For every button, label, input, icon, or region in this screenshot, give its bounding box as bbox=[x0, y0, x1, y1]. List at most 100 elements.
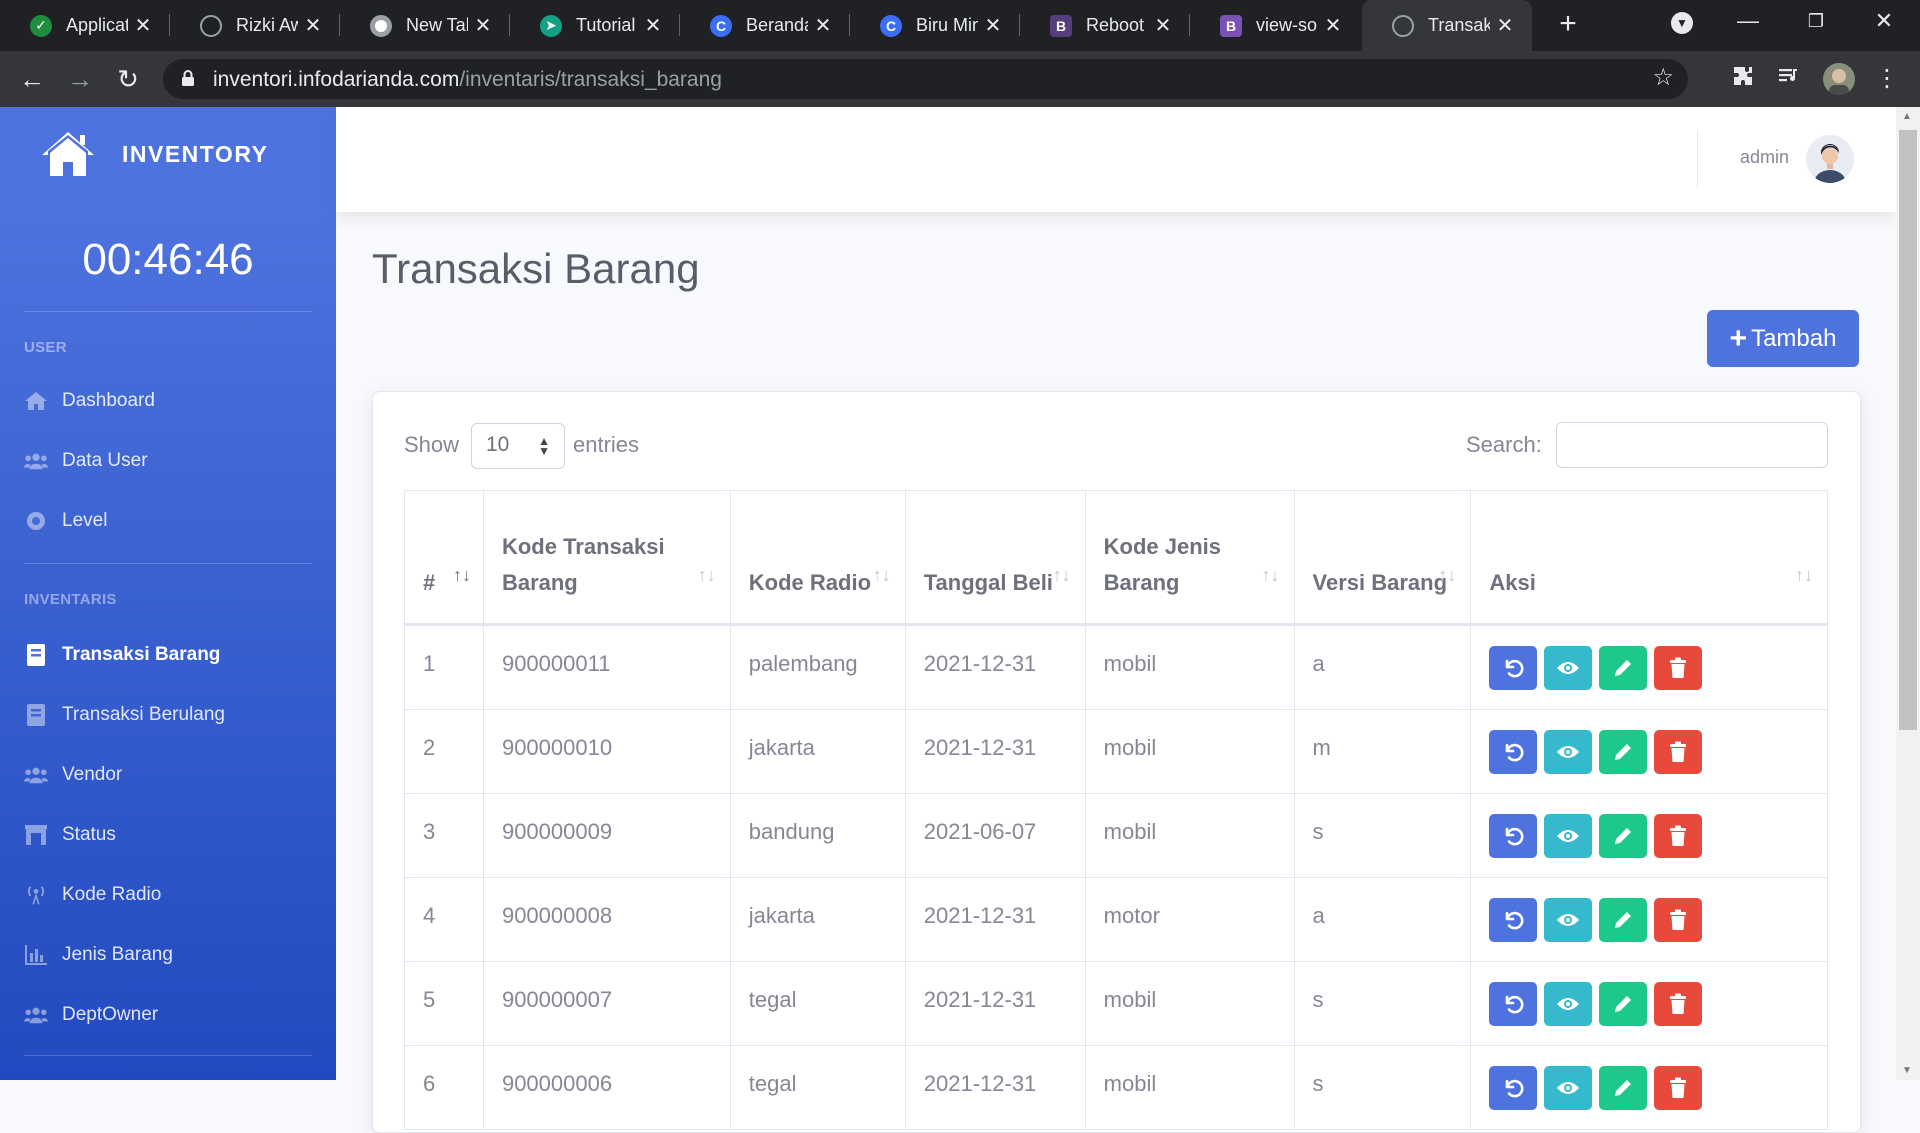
table-cell: motor bbox=[1084, 877, 1295, 962]
sidebar-item-level[interactable]: Level bbox=[24, 509, 107, 533]
sidebar-item-transaksi-barang[interactable]: Transaksi Barang bbox=[24, 643, 220, 667]
table-cell-text: s bbox=[1312, 986, 1324, 1012]
browser-tab[interactable]: B view-sou ✕ bbox=[1190, 0, 1360, 51]
view-button[interactable] bbox=[1544, 813, 1593, 858]
column-header-label: # bbox=[423, 570, 436, 595]
archway-icon bbox=[24, 823, 48, 847]
edit-button[interactable] bbox=[1599, 1065, 1648, 1110]
delete-button[interactable] bbox=[1654, 729, 1703, 774]
delete-button[interactable] bbox=[1654, 813, 1703, 858]
column-header-label: Kode Transaksi Barang bbox=[501, 534, 665, 595]
sidebar-item-deptowner[interactable]: DeptOwner bbox=[24, 1003, 158, 1027]
add-button[interactable]: + Tambah bbox=[1707, 310, 1859, 367]
close-icon[interactable]: ✕ bbox=[978, 13, 1008, 38]
scroll-up-icon[interactable]: ▲ bbox=[1902, 111, 1912, 122]
browser-tab-active[interactable]: Transaksi ✕ bbox=[1362, 0, 1532, 51]
delete-button[interactable] bbox=[1654, 1065, 1703, 1110]
view-button[interactable] bbox=[1544, 729, 1593, 774]
avatar[interactable] bbox=[1806, 135, 1854, 183]
column-header-aksi[interactable]: Aksi ↑↓ bbox=[1470, 490, 1828, 626]
column-header-versi[interactable]: Versi Barang ↑↓ bbox=[1293, 490, 1472, 626]
delete-button[interactable] bbox=[1654, 981, 1703, 1026]
column-header-number[interactable]: # ↑↓ bbox=[404, 490, 484, 626]
browser-toolbar: ← → ↻ inventori.infodarianda.com/inventa… bbox=[0, 51, 1920, 107]
browser-tab[interactable]: Rizki Awa ✕ bbox=[170, 0, 340, 51]
view-button[interactable] bbox=[1544, 645, 1593, 690]
restore-button[interactable] bbox=[1489, 897, 1538, 942]
edit-button[interactable] bbox=[1599, 645, 1648, 690]
browser-tab[interactable]: ➤ Tutorial ( ✕ bbox=[510, 0, 680, 51]
close-icon[interactable]: ✕ bbox=[808, 13, 838, 38]
scrollbar-thumb[interactable] bbox=[1899, 130, 1917, 730]
column-header-tanggal-beli[interactable]: Tanggal Beli ↑↓ bbox=[904, 490, 1086, 626]
edit-button[interactable] bbox=[1599, 729, 1648, 774]
sidebar-item-kode-radio[interactable]: Kode Radio bbox=[24, 883, 161, 907]
user-name[interactable]: admin bbox=[1740, 147, 1789, 168]
browser-tab[interactable]: C Beranda ✕ bbox=[680, 0, 850, 51]
column-header-kode-transaksi[interactable]: Kode Transaksi Barang ↑↓ bbox=[482, 490, 731, 626]
forward-button[interactable]: → bbox=[64, 63, 96, 95]
close-icon[interactable]: ✕ bbox=[1148, 13, 1178, 38]
restore-button[interactable] bbox=[1489, 813, 1538, 858]
browser-tab[interactable]: C Biru Mini ✕ bbox=[850, 0, 1020, 51]
view-button[interactable] bbox=[1544, 981, 1593, 1026]
restore-button[interactable] bbox=[1489, 729, 1538, 774]
media-queue-icon[interactable] bbox=[1774, 64, 1804, 94]
sidebar-item-transaksi-berulang[interactable]: Transaksi Berulang bbox=[24, 703, 225, 727]
restore-button[interactable] bbox=[1489, 1065, 1538, 1110]
sidebar-item-status[interactable]: Status bbox=[24, 823, 116, 847]
close-icon[interactable]: ✕ bbox=[468, 13, 498, 38]
sidebar: INVENTORY 00:46:46 USER Dashboard Data U… bbox=[0, 107, 336, 1080]
column-header-kode-jenis[interactable]: Kode Jenis Barang ↑↓ bbox=[1084, 490, 1295, 626]
table-cell-text: m bbox=[1312, 734, 1331, 760]
close-icon[interactable]: ✕ bbox=[298, 13, 328, 38]
edit-button[interactable] bbox=[1599, 981, 1648, 1026]
new-tab-button[interactable]: + bbox=[1553, 9, 1583, 40]
restore-button[interactable] bbox=[1489, 981, 1538, 1026]
table-cell: 2021-06-07 bbox=[904, 793, 1086, 878]
delete-button[interactable] bbox=[1654, 645, 1703, 690]
close-icon[interactable]: ✕ bbox=[638, 13, 668, 38]
close-icon[interactable]: ✕ bbox=[1490, 13, 1520, 38]
entries-label: entries bbox=[573, 432, 640, 457]
table-cell: 900000007 bbox=[482, 961, 731, 1046]
search-input[interactable] bbox=[1556, 422, 1828, 468]
sidebar-divider bbox=[24, 311, 312, 312]
pencil-icon bbox=[1612, 825, 1634, 847]
window-close-button[interactable]: ✕ bbox=[1854, 0, 1914, 45]
sidebar-item-vendor[interactable]: Vendor bbox=[24, 763, 122, 787]
edit-button[interactable] bbox=[1599, 897, 1648, 942]
address-bar[interactable]: inventori.infodarianda.com/inventaris/tr… bbox=[163, 59, 1688, 99]
view-button[interactable] bbox=[1544, 897, 1593, 942]
sidebar-item-dashboard[interactable]: Dashboard bbox=[24, 389, 155, 413]
bookmark-star-icon[interactable]: ☆ bbox=[1652, 63, 1674, 92]
extensions-icon[interactable] bbox=[1728, 64, 1758, 94]
restore-button[interactable]: ❐ bbox=[1786, 0, 1846, 45]
table-cell-text: 2021-12-31 bbox=[923, 986, 1037, 1012]
chrome-menu-icon[interactable]: ⋮ bbox=[1872, 64, 1902, 94]
close-icon[interactable]: ✕ bbox=[128, 13, 158, 38]
entries-select[interactable]: 10 ▲ ▼ bbox=[471, 423, 565, 469]
edit-button[interactable] bbox=[1599, 813, 1648, 858]
delete-button[interactable] bbox=[1654, 897, 1703, 942]
minimize-button[interactable]: — bbox=[1718, 0, 1778, 45]
lock-icon bbox=[182, 70, 194, 86]
scroll-down-icon[interactable]: ▼ bbox=[1902, 1065, 1912, 1076]
reload-button[interactable]: ↻ bbox=[112, 63, 144, 95]
profile-avatar[interactable] bbox=[1823, 63, 1855, 95]
sidebar-brand[interactable]: INVENTORY bbox=[40, 129, 268, 179]
table-cell: s bbox=[1293, 793, 1472, 878]
table-cell: 900000006 bbox=[482, 1045, 731, 1130]
close-icon[interactable]: ✕ bbox=[1318, 13, 1348, 38]
browser-tab[interactable]: New Tab ✕ bbox=[340, 0, 510, 51]
back-button[interactable]: ← bbox=[16, 63, 48, 95]
sidebar-item-jenis-barang[interactable]: Jenis Barang bbox=[24, 943, 173, 967]
browser-tab[interactable]: B Reboot · ✕ bbox=[1020, 0, 1190, 51]
view-button[interactable] bbox=[1544, 1065, 1593, 1110]
browser-tab[interactable]: ✓ Applicati ✕ bbox=[0, 0, 170, 51]
column-header-kode-radio[interactable]: Kode Radio ↑↓ bbox=[729, 490, 906, 626]
table-cell: s bbox=[1293, 961, 1472, 1046]
sidebar-item-data-user[interactable]: Data User bbox=[24, 449, 148, 473]
restore-button[interactable] bbox=[1489, 645, 1538, 690]
tab-search-button[interactable]: ▼ bbox=[1652, 0, 1712, 45]
